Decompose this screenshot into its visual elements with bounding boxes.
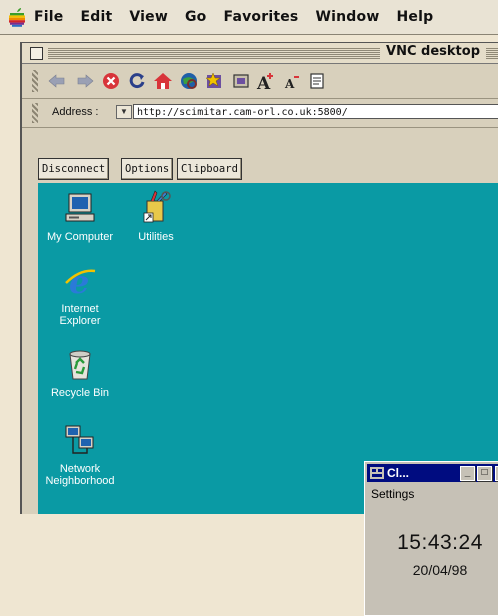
menu-help[interactable]: Help [396,9,433,25]
clock-titlebar[interactable]: Cl... _ □ × [367,464,498,482]
svg-text:A: A [284,77,295,90]
larger-text-icon[interactable]: A [254,70,276,92]
home-icon[interactable] [152,70,174,92]
utilities-icon [143,190,171,223]
menu-window[interactable]: Window [315,9,379,25]
maximize-icon[interactable]: □ [477,466,492,481]
desktop-icon-label: Utilities [138,231,174,243]
desktop-icon-label-line1: Internet [61,303,99,315]
clock-settings-menu[interactable]: Settings [371,487,414,501]
window-titlebar[interactable]: VNC desktop [22,43,498,64]
addressbar-grip-icon[interactable] [32,103,38,123]
options-button[interactable]: Options [121,158,174,180]
remote-desktop[interactable]: My Computer Utilities e Internet Explore… [38,183,498,616]
address-input[interactable]: http://scimitar.cam-orl.co.uk:5800/ [133,104,498,119]
desktop-icon-label-line2: Neighborhood [45,475,115,487]
browser-window: VNC desktop A A Address: ▼ http://scimi… [20,42,498,616]
svg-text:e: e [69,263,89,297]
menu-bar: File Edit View Go Favorites Window Help [0,0,498,35]
disconnect-button[interactable]: Disconnect [38,158,110,180]
internet-explorer-icon: e [65,263,96,301]
desktop-icon-label-line2: Explorer [59,315,101,327]
refresh-icon[interactable] [126,70,148,92]
favorites-icon[interactable] [204,70,226,92]
search-icon[interactable] [178,70,200,92]
menu-favorites[interactable]: Favorites [224,9,299,25]
clock-time: 15:43:24 [397,531,483,554]
desktop-icon-internet-explorer[interactable]: e Internet Explorer [44,263,116,327]
menu-view[interactable]: View [129,9,168,25]
clock-app-icon [370,467,384,479]
desktop-icon-recycle-bin[interactable]: Recycle Bin [40,347,120,399]
desktop-icon-my-computer[interactable]: My Computer [40,191,120,243]
smaller-text-icon[interactable]: A [280,70,302,92]
menu-go[interactable]: Go [185,9,207,25]
desktop-icon-utilities[interactable]: Utilities [126,189,186,243]
clock-date: 20/04/98 [412,562,468,578]
browser-toolbar: A A [22,64,498,99]
forward-arrow-icon[interactable] [74,70,96,92]
my-computer-icon [65,193,95,222]
desktop-icon-label: Recycle Bin [50,387,110,399]
network-neighborhood-icon [65,425,94,454]
toolbar-grip-icon[interactable] [32,70,38,92]
address-bar: Address : ▼ http://scimitar.cam-orl.co.u… [22,99,498,128]
stop-icon[interactable] [100,70,122,92]
desktop-icon-label-line1: Network [59,463,101,475]
address-label: Address : [52,106,99,118]
clipboard-button[interactable]: Clipboard [177,158,242,180]
menu-edit[interactable]: Edit [80,9,112,25]
back-arrow-icon[interactable] [46,70,68,92]
recycle-bin-icon [69,350,91,380]
close-box-icon[interactable] [30,47,43,60]
page-content: Disconnect Options Clipboard My Computer [22,128,498,616]
address-dropdown-icon[interactable]: ▼ [116,105,132,119]
clock-window[interactable]: Cl... _ □ × Settings 15:43:24 20/04/98 [364,461,498,616]
desktop-icon-network-neighborhood[interactable]: Network Neighborhood [40,423,120,487]
apple-menu-icon[interactable] [0,0,34,34]
menu-file[interactable]: File [34,9,63,25]
desktop-icon-label: My Computer [46,231,114,243]
minimize-icon[interactable]: _ [460,466,475,481]
print-icon[interactable] [306,70,328,92]
clock-title: Cl... [387,466,410,480]
window-title: VNC desktop [380,44,486,59]
history-icon[interactable] [230,70,252,92]
